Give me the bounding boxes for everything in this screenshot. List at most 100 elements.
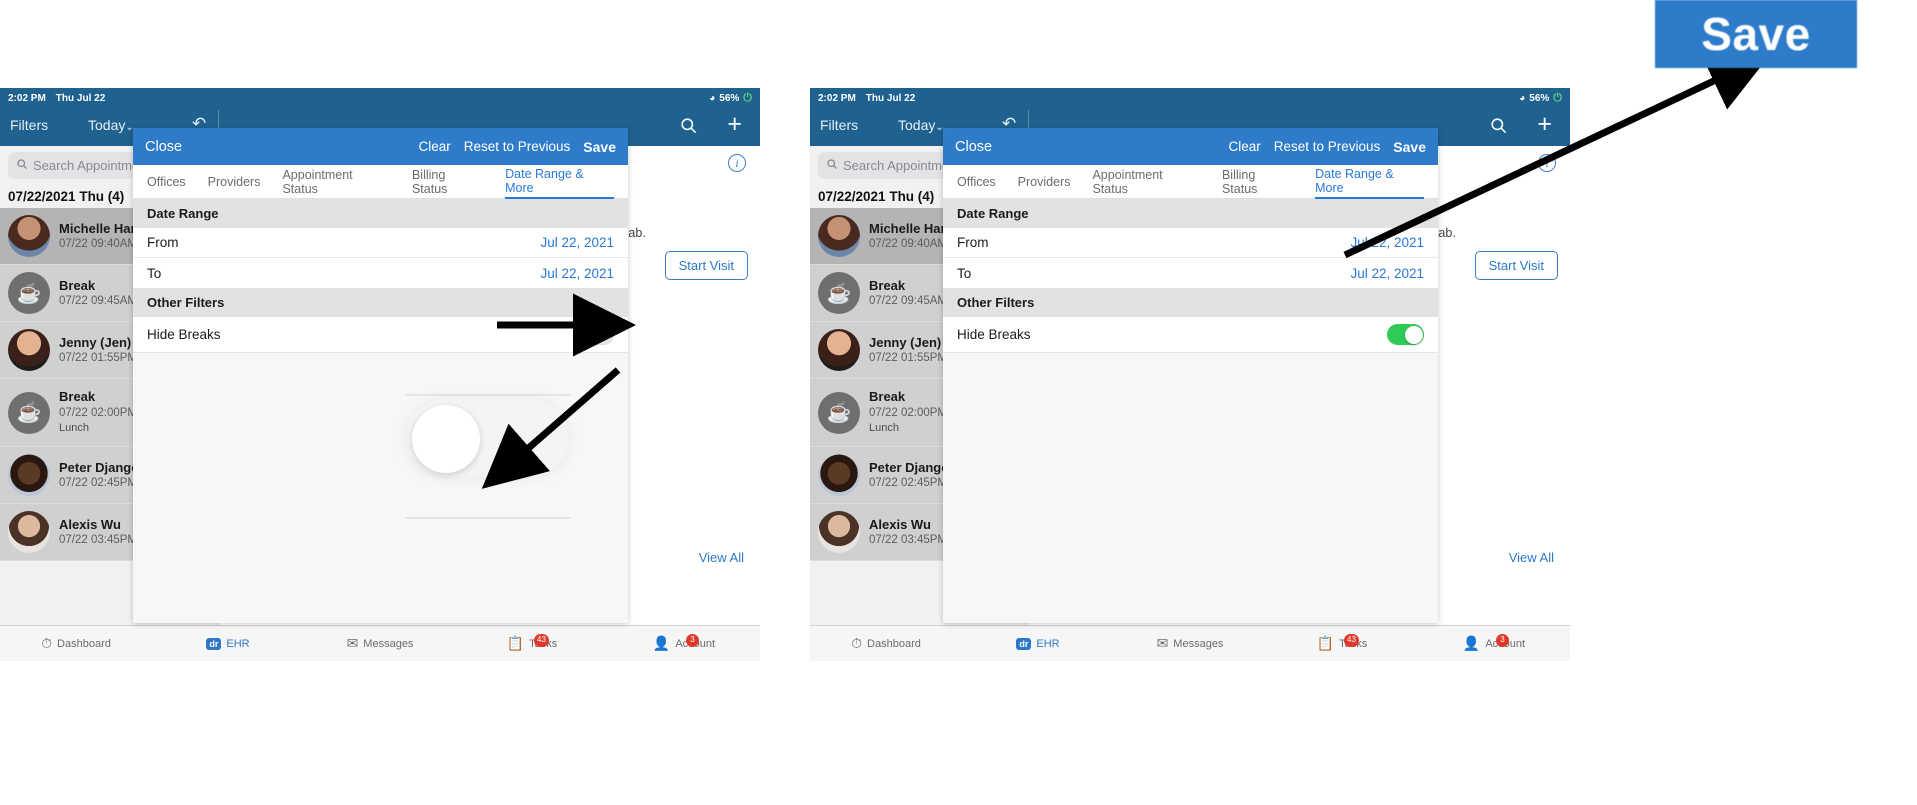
tab-ehr[interactable]: dr EHR [152, 637, 304, 650]
appointment-name: Break [869, 277, 906, 293]
tab-date-range-more[interactable]: Date Range & More [505, 165, 614, 199]
to-value[interactable]: Jul 22, 2021 [1350, 266, 1424, 281]
appointment-time: 07/22 03:45PM [59, 533, 138, 546]
avatar [818, 454, 860, 496]
hide-breaks-row[interactable]: Hide Breaks [943, 317, 1438, 353]
appointment-time: 07/22 02:00PM [869, 406, 948, 419]
account-icon: 👤 [1462, 634, 1481, 651]
info-icon[interactable]: i [728, 154, 746, 172]
other-filters-header: Other Filters [133, 288, 628, 317]
avatar [8, 215, 50, 257]
reset-to-previous-button[interactable]: Reset to Previous [464, 139, 571, 154]
hide-breaks-toggle[interactable] [1387, 324, 1424, 345]
avatar [8, 511, 50, 553]
to-value[interactable]: Jul 22, 2021 [540, 266, 614, 281]
tab-providers[interactable]: Providers [208, 165, 261, 199]
ghost-toggle-line-bottom [405, 517, 571, 519]
tab-billing-status[interactable]: Billing Status [412, 165, 483, 199]
dr-chip-icon: dr [206, 637, 222, 650]
status-date: Thu Jul 22 [865, 92, 916, 104]
tab-label: Dashboard [57, 637, 111, 650]
magnifier-icon [826, 158, 838, 173]
tab-tasks[interactable]: 43 📋Tasks [456, 633, 608, 653]
filters-button[interactable]: Filters [10, 117, 48, 133]
filters-modal-before: Close Clear Reset to Previous Save Offic… [133, 128, 628, 623]
plus-icon[interactable]: + [727, 112, 742, 137]
today-label: Today [88, 117, 126, 133]
hide-breaks-label: Hide Breaks [957, 327, 1031, 342]
screenshot-stage: 2:02 PM Thu Jul 22 ◕ 56% ⏻ Filters Today… [0, 0, 1917, 805]
status-badge: 43 [534, 633, 549, 647]
search-icon[interactable] [679, 116, 698, 140]
close-button[interactable]: Close [145, 139, 182, 155]
tab-billing-status[interactable]: Billing Status [1222, 165, 1293, 199]
appointment-name: Peter Django [869, 459, 950, 475]
from-row[interactable]: From Jul 22, 2021 [943, 228, 1438, 258]
save-callout: Save [1655, 0, 1857, 68]
to-label: To [147, 265, 162, 281]
save-button[interactable]: Save [583, 139, 616, 155]
break-icon: ☕ [818, 391, 860, 434]
battery-percent: 56% [1529, 92, 1550, 104]
info-icon[interactable]: i [1538, 154, 1556, 172]
filters-button[interactable]: Filters [820, 117, 858, 133]
status-bar: 2:02 PM Thu Jul 22 ◕ 56% ⏻ [810, 88, 1570, 108]
status-badge: 3 [686, 633, 699, 647]
tab-offices[interactable]: Offices [147, 165, 186, 199]
from-label: From [957, 235, 989, 250]
tab-date-range-more[interactable]: Date Range & More [1315, 165, 1424, 199]
to-row[interactable]: To Jul 22, 2021 [133, 258, 628, 288]
from-value[interactable]: Jul 22, 2021 [1350, 235, 1424, 250]
tab-label: EHR [1036, 637, 1060, 650]
plus-icon[interactable]: + [1537, 112, 1552, 137]
clear-button[interactable]: Clear [1228, 139, 1260, 154]
avatar [8, 454, 50, 496]
break-icon: ☕ [8, 391, 50, 434]
hide-breaks-row[interactable]: Hide Breaks [133, 317, 628, 353]
speedometer-icon: ⏱ [851, 634, 863, 651]
tab-appointment-status[interactable]: Appointment Status [282, 165, 389, 199]
from-value[interactable]: Jul 22, 2021 [540, 235, 614, 250]
save-button[interactable]: Save [1393, 139, 1426, 155]
from-row[interactable]: From Jul 22, 2021 [133, 228, 628, 258]
wifi-icon: ◕ [1519, 92, 1526, 104]
other-filters-header: Other Filters [943, 288, 1438, 317]
hide-breaks-toggle[interactable] [577, 324, 614, 345]
tab-offices[interactable]: Offices [957, 165, 996, 199]
view-all-link[interactable]: View All [1509, 550, 1554, 565]
tab-account[interactable]: 3 👤Account [608, 633, 760, 653]
today-dropdown[interactable]: Today⌄ [88, 117, 134, 133]
battery-charging-icon: ⏻ [1553, 91, 1562, 104]
avatar [818, 329, 860, 371]
tab-messages[interactable]: ✉ Messages [1114, 635, 1266, 653]
tab-ehr[interactable]: dr EHR [962, 637, 1114, 650]
tab-account[interactable]: 3 👤Account [1418, 633, 1570, 653]
modal-toolbar: Close Clear Reset to Previous Save [133, 128, 628, 165]
from-label: From [147, 235, 179, 250]
tab-messages[interactable]: ✉ Messages [304, 635, 456, 653]
toggle-knob [1405, 326, 1423, 344]
tab-dashboard[interactable]: ⏱ Dashboard [0, 635, 152, 653]
device-panel-before: 2:02 PM Thu Jul 22 ◕ 56% ⏻ Filters Today… [0, 88, 760, 661]
bottom-tab-bar: ⏱ Dashboard dr EHR ✉ Messages 43 📋Tasks 3 👤… [0, 625, 760, 661]
appointment-time: 07/22 02:45PM [869, 476, 948, 489]
status-time: 2:02 PM [818, 92, 856, 104]
close-button[interactable]: Close [955, 139, 992, 155]
tab-providers[interactable]: Providers [1018, 165, 1071, 199]
reset-to-previous-button[interactable]: Reset to Previous [1274, 139, 1381, 154]
view-all-link[interactable]: View All [699, 550, 744, 565]
search-icon[interactable] [1489, 116, 1508, 140]
tab-appointment-status[interactable]: Appointment Status [1092, 165, 1199, 199]
to-row[interactable]: To Jul 22, 2021 [943, 258, 1438, 288]
clear-button[interactable]: Clear [418, 139, 450, 154]
appointment-name: Alexis Wu [869, 516, 931, 532]
device-panel-after: 2:02 PM Thu Jul 22 ◕ 56% ⏻ Filters Today… [810, 88, 1570, 661]
today-dropdown[interactable]: Today⌄ [898, 117, 944, 133]
tab-tasks[interactable]: 43 📋Tasks [1266, 633, 1418, 653]
tab-dashboard[interactable]: ⏱ Dashboard [810, 635, 962, 653]
start-visit-button[interactable]: Start Visit [664, 251, 748, 280]
appointment-subtitle: Lunch [59, 421, 89, 434]
tab-label: EHR [226, 637, 250, 650]
status-badge: 43 [1344, 633, 1359, 647]
start-visit-button[interactable]: Start Visit [1474, 251, 1558, 280]
